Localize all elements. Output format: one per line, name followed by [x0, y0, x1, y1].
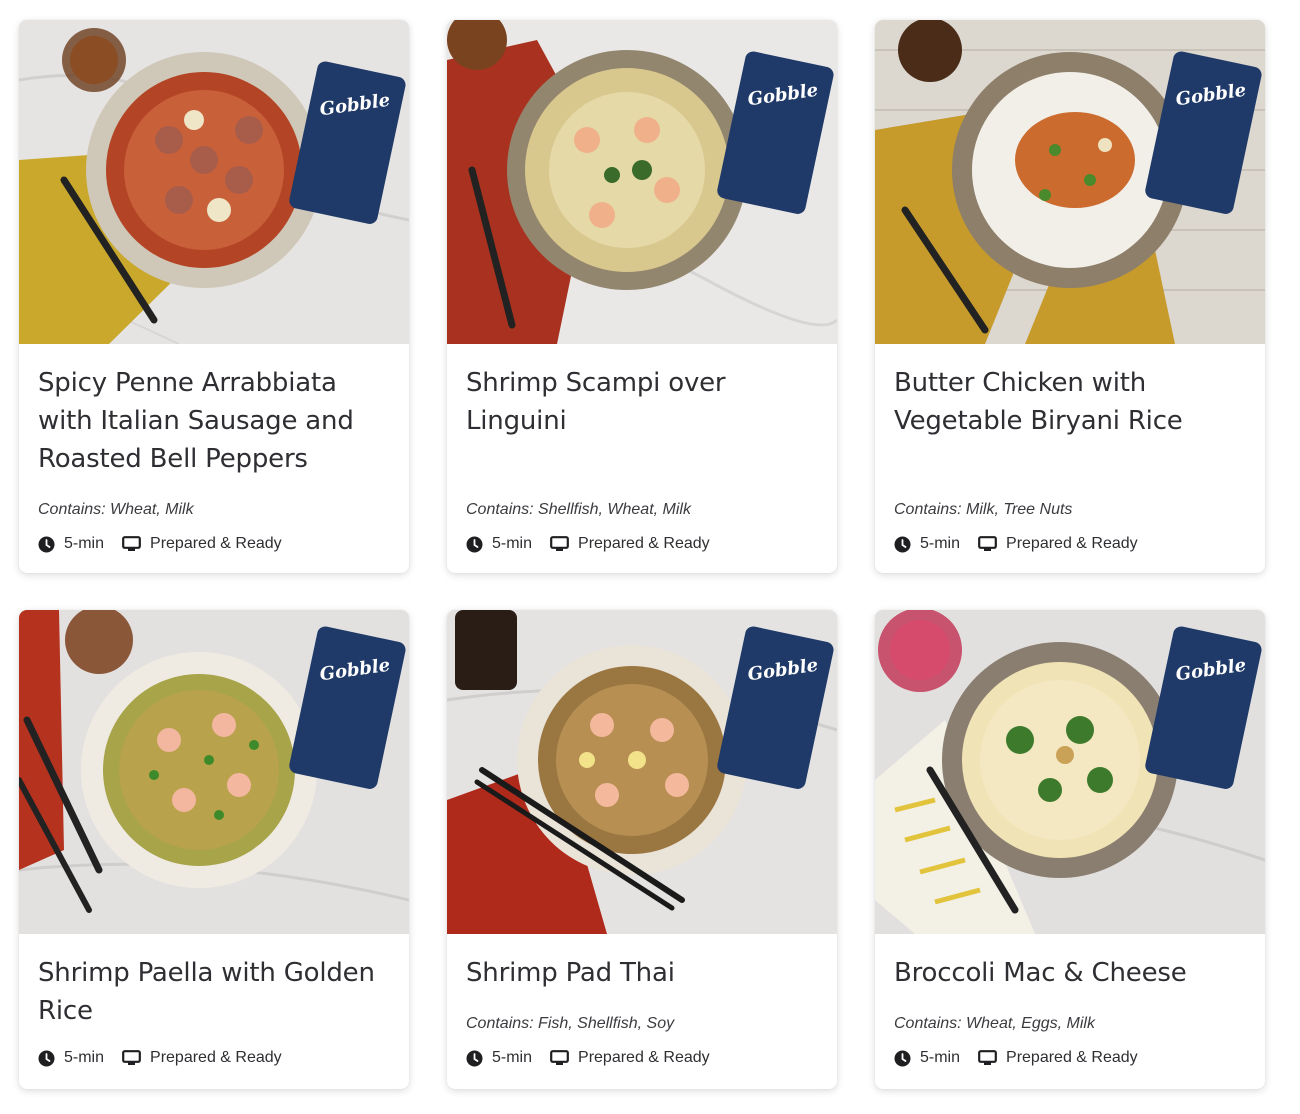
- meal-title: Shrimp Paella with Golden Rice: [38, 958, 375, 1026]
- meal-photo-shrimp-scampi: Gobble: [447, 20, 837, 344]
- meal-tray-icon: [978, 536, 997, 551]
- prep-time: 5-min: [64, 535, 105, 552]
- meal-meta: 5-min Prepared & Ready: [38, 1049, 282, 1067]
- meal-type: Prepared & Ready: [150, 535, 282, 552]
- meal-type: Prepared & Ready: [578, 1049, 710, 1066]
- meal-tray-icon: [550, 536, 569, 551]
- meal-meta: 5-min Prepared & Ready: [466, 535, 710, 553]
- prep-time: 5-min: [492, 535, 533, 552]
- meal-card-body: Shrimp Pad Thai Contains: Fish, Shellfis…: [447, 934, 837, 1089]
- allergen-text: Contains: Wheat, Milk: [38, 501, 194, 518]
- meal-title: Broccoli Mac & Cheese: [894, 958, 1187, 988]
- meal-card[interactable]: Gobble Spicy Penne Arrabbiata with Itali…: [19, 20, 409, 573]
- meal-type: Prepared & Ready: [1006, 535, 1138, 552]
- prep-time: 5-min: [920, 1049, 961, 1066]
- meal-card-body: Shrimp Scampi over Linguini Contains: Sh…: [447, 344, 837, 573]
- clock-icon: [466, 536, 483, 552]
- meal-type: Prepared & Ready: [150, 1049, 282, 1066]
- meal-photo-penne: Gobble: [19, 20, 409, 344]
- meal-photo-butter-chicken: Gobble: [875, 20, 1265, 344]
- prep-time: 5-min: [492, 1049, 533, 1066]
- meal-card-body: Shrimp Paella with Golden Rice 5-min Pre…: [19, 934, 409, 1089]
- meal-card[interactable]: Gobble Shrimp Pad Thai Contains: Fish, S…: [447, 610, 837, 1089]
- clock-icon: [38, 1050, 55, 1066]
- meal-card-body: Spicy Penne Arrabbiata with Italian Saus…: [19, 344, 409, 573]
- meal-card-body: Butter Chicken with Vegetable Biryani Ri…: [875, 344, 1265, 573]
- meal-title: Butter Chicken with Vegetable Biryani Ri…: [894, 368, 1183, 436]
- clock-icon: [38, 536, 55, 552]
- allergen-text: Contains: Fish, Shellfish, Soy: [466, 1015, 675, 1032]
- meal-card[interactable]: Gobble Shrimp Paella with Golden Rice 5-…: [19, 610, 409, 1089]
- meal-photo-shrimp-paella: Gobble: [19, 610, 409, 934]
- meal-type: Prepared & Ready: [578, 535, 710, 552]
- meal-photo-broccoli-mac: Gobble: [875, 610, 1265, 934]
- meal-type: Prepared & Ready: [1006, 1049, 1138, 1066]
- meal-meta: 5-min Prepared & Ready: [38, 535, 282, 553]
- clock-icon: [466, 1050, 483, 1066]
- meal-card[interactable]: Gobble Shrimp Scampi over Linguini Conta…: [447, 20, 837, 573]
- allergen-text: Contains: Wheat, Eggs, Milk: [894, 1015, 1095, 1032]
- meal-meta: 5-min Prepared & Ready: [894, 535, 1138, 553]
- meal-tray-icon: [122, 1050, 141, 1065]
- clock-icon: [894, 1050, 911, 1066]
- meal-card[interactable]: Gobble Broccoli Mac & Cheese Contains: W…: [875, 610, 1265, 1089]
- clock-icon: [894, 536, 911, 552]
- allergen-text: Contains: Milk, Tree Nuts: [894, 501, 1073, 518]
- meal-photo-shrimp-pad-thai: Gobble: [447, 610, 837, 934]
- allergen-text: Contains: Shellfish, Wheat, Milk: [466, 501, 691, 518]
- meal-title: Spicy Penne Arrabbiata with Italian Saus…: [38, 368, 354, 474]
- prep-time: 5-min: [64, 1049, 105, 1066]
- meal-grid: Gobble Spicy Penne Arrabbiata with Itali…: [19, 20, 1265, 1089]
- meal-title: Shrimp Scampi over Linguini: [466, 368, 726, 436]
- meal-tray-icon: [978, 1050, 997, 1065]
- meal-meta: 5-min Prepared & Ready: [466, 1049, 710, 1067]
- meal-card-body: Broccoli Mac & Cheese Contains: Wheat, E…: [875, 934, 1265, 1089]
- meal-tray-icon: [122, 536, 141, 551]
- meal-tray-icon: [550, 1050, 569, 1065]
- prep-time: 5-min: [920, 535, 961, 552]
- meal-meta: 5-min Prepared & Ready: [894, 1049, 1138, 1067]
- meal-title: Shrimp Pad Thai: [466, 958, 675, 988]
- meal-card[interactable]: Gobble Butter Chicken with Vegetable Bir…: [875, 20, 1265, 573]
